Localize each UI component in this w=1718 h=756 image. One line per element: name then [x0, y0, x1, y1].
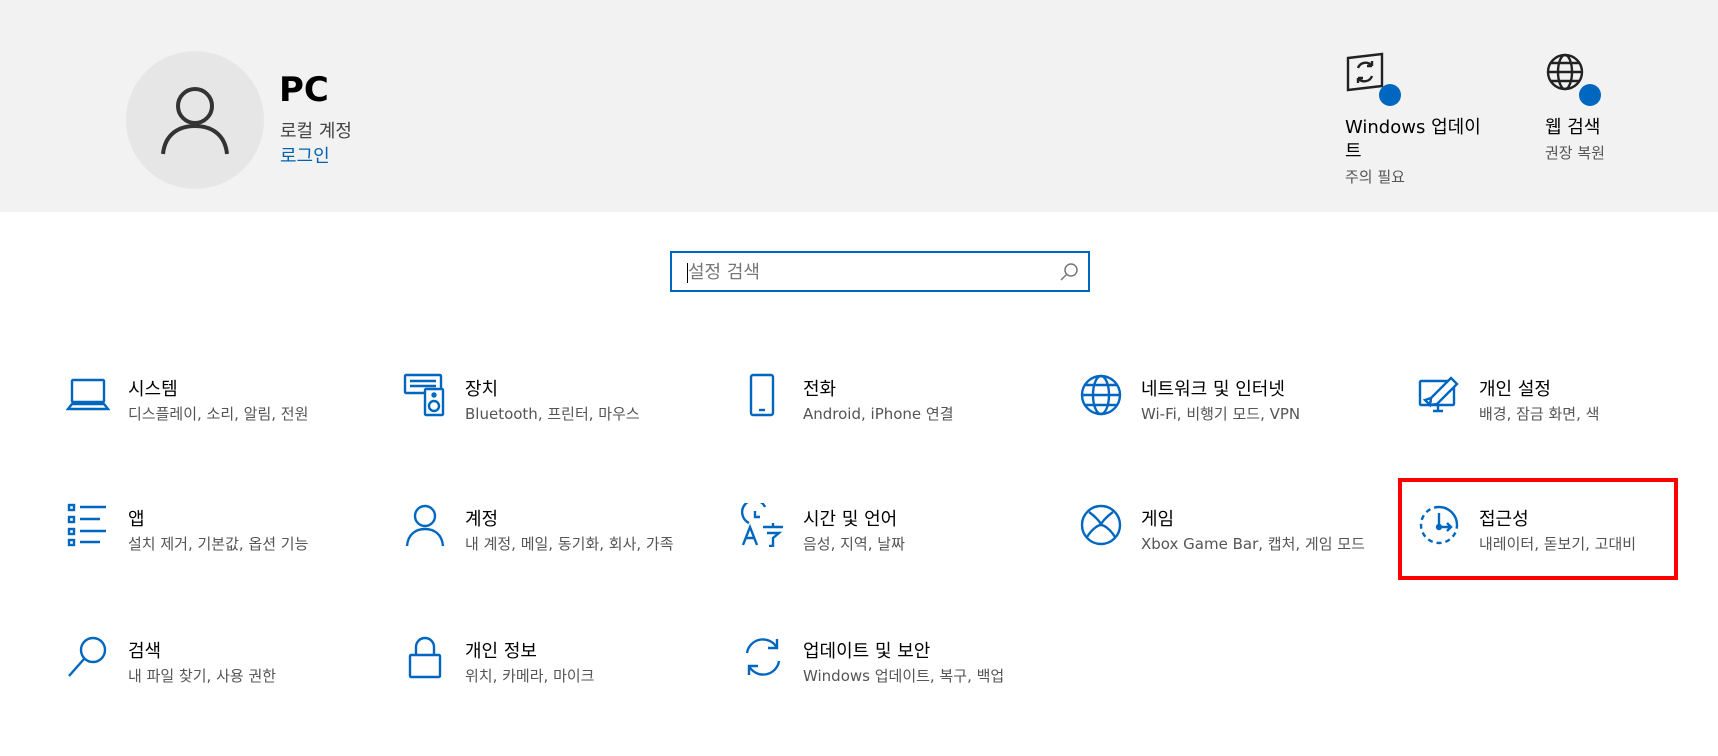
tile-subtitle: Wi-Fi, 비행기 모드, VPN [1141, 405, 1301, 423]
tile-update-security[interactable]: 업데이트 및 보안 Windows 업데이트, 복구, 백업 [741, 635, 1041, 725]
tile-title: 게임 [1141, 509, 1175, 530]
avatar[interactable] [126, 51, 264, 189]
windows-update-card[interactable]: Windows 업데이트 주의 필요 [1345, 52, 1515, 187]
tile-subtitle: 음성, 지역, 날짜 [803, 535, 905, 553]
tile-apps[interactable]: 앱 설치 제거, 기본값, 옵션 기능 [66, 503, 366, 593]
devices-icon [403, 373, 445, 417]
tile-time-language[interactable]: 시간 및 언어 음성, 지역, 날짜 [741, 503, 1041, 593]
laptop-icon [66, 378, 110, 411]
search-icon [68, 636, 107, 677]
search-input[interactable] [688, 259, 1048, 285]
update-security-icon [745, 638, 781, 676]
user-name: PC [279, 70, 329, 110]
time-language-icon [741, 503, 783, 547]
tile-subtitle: 내 파일 찾기, 사용 권한 [128, 667, 277, 685]
phone-icon [749, 373, 775, 417]
notification-dot [1379, 84, 1401, 106]
windows-update-status: 주의 필요 [1345, 168, 1405, 186]
tile-subtitle: 내 계정, 메일, 동기화, 회사, 가족 [465, 535, 674, 553]
account-header: PC 로컬 계정 로그인 Windows 업데이트 주의 필요 웹 검색 권장 … [0, 0, 1718, 212]
web-search-title: 웹 검색 [1545, 117, 1601, 138]
tile-network[interactable]: 네트워크 및 인터넷 Wi-Fi, 비행기 모드, VPN [1079, 373, 1379, 463]
tile-title: 계정 [465, 509, 499, 530]
tile-subtitle: Xbox Game Bar, 캡처, 게임 모드 [1141, 535, 1365, 553]
login-link[interactable]: 로그인 [280, 142, 330, 168]
tile-subtitle: 디스플레이, 소리, 알림, 전원 [128, 405, 309, 423]
person-icon [161, 87, 229, 155]
tile-title: 시스템 [128, 379, 178, 400]
search-icon[interactable] [1059, 262, 1079, 282]
tile-title: 개인 설정 [1479, 379, 1551, 400]
xbox-icon [1080, 504, 1122, 546]
tile-gaming[interactable]: 게임 Xbox Game Bar, 캡처, 게임 모드 [1079, 503, 1379, 593]
tile-title: 앱 [128, 509, 145, 530]
tile-phone[interactable]: 전화 Android, iPhone 연결 [741, 373, 1041, 463]
windows-update-title: Windows 업데이트 [1345, 117, 1481, 162]
globe-icon [1080, 374, 1122, 416]
apps-icon [67, 503, 106, 547]
lock-icon [408, 636, 442, 679]
web-search-status: 권장 복원 [1545, 144, 1605, 162]
tile-title: 네트워크 및 인터넷 [1141, 379, 1285, 400]
tile-subtitle: 설치 제거, 기본값, 옵션 기능 [128, 535, 309, 553]
tile-title: 업데이트 및 보안 [803, 641, 931, 662]
tile-title: 장치 [465, 379, 499, 400]
tile-subtitle: 배경, 잠금 화면, 색 [1479, 405, 1600, 423]
web-search-card[interactable]: 웹 검색 권장 복원 [1545, 52, 1715, 163]
tile-title: 전화 [803, 379, 837, 400]
tile-privacy[interactable]: 개인 정보 위치, 카메라, 마이크 [403, 635, 703, 725]
highlight-box [1398, 478, 1678, 580]
tile-devices[interactable]: 장치 Bluetooth, 프린터, 마우스 [403, 373, 703, 463]
settings-search-box[interactable] [670, 251, 1090, 292]
windows-update-icon [1345, 52, 1401, 106]
account-type: 로컬 계정 [280, 121, 352, 142]
tile-subtitle: 위치, 카메라, 마이크 [465, 667, 595, 685]
notification-dot [1579, 84, 1601, 106]
tile-subtitle: Windows 업데이트, 복구, 백업 [803, 667, 1005, 685]
tile-search[interactable]: 검색 내 파일 찾기, 사용 권한 [66, 635, 366, 725]
globe-icon [1545, 52, 1601, 106]
tile-system[interactable]: 시스템 디스플레이, 소리, 알림, 전원 [66, 373, 366, 463]
tile-title: 개인 정보 [465, 641, 537, 662]
tile-title: 검색 [128, 641, 162, 662]
tile-personalization[interactable]: 개인 설정 배경, 잠금 화면, 색 [1417, 373, 1717, 463]
tile-subtitle: Bluetooth, 프린터, 마우스 [465, 405, 640, 423]
tile-title: 시간 및 언어 [803, 509, 898, 530]
personalization-icon [1418, 376, 1459, 413]
tile-subtitle: Android, iPhone 연결 [803, 405, 954, 423]
person-icon [405, 504, 445, 547]
tile-accounts[interactable]: 계정 내 계정, 메일, 동기화, 회사, 가족 [403, 503, 703, 593]
